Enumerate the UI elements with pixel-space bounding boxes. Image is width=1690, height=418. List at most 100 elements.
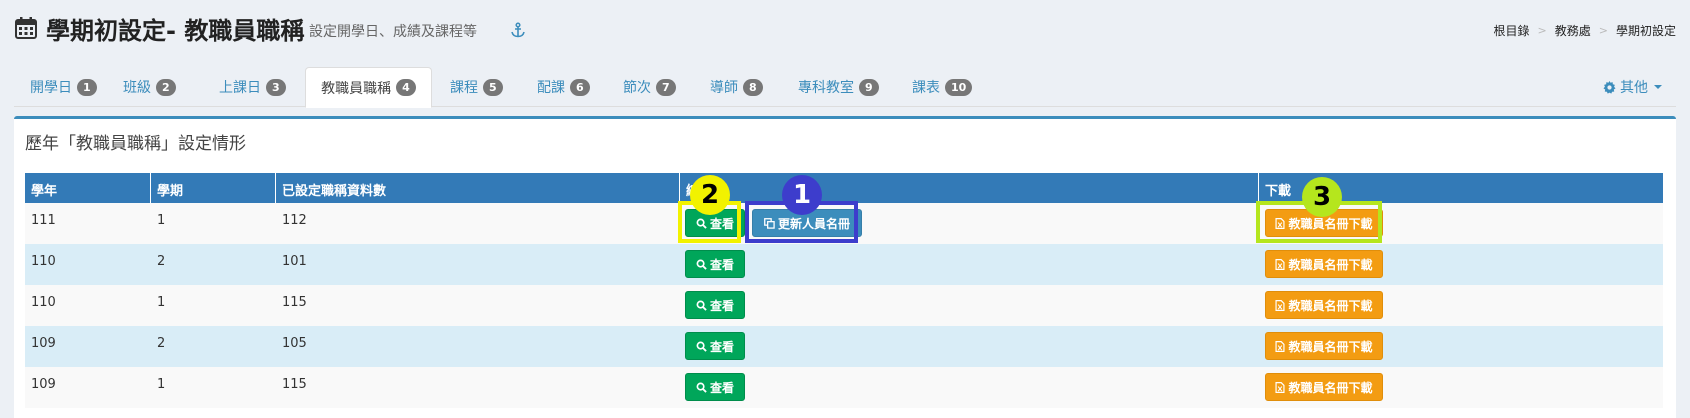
search-icon (696, 300, 707, 311)
tab-bar: 開學日 1 班級 2 上課日 3 教職員職稱 4 課程 5 配課 6 節次 7 導師 8 專科教… (14, 67, 1676, 108)
settings-box: 歷年「教職員職稱」設定情形 學年 學期 已設定職稱資料數 編 下載 111 1 … (14, 116, 1676, 418)
download-roster-button[interactable]: 教職員名冊下載 (1265, 373, 1383, 401)
annotation-marker-1: 1 (782, 175, 822, 215)
cell-download: 教職員名冊下載 (1259, 326, 1663, 367)
download-roster-label: 教職員名冊下載 (1288, 257, 1373, 272)
view-button[interactable]: 查看 (685, 291, 745, 319)
more-menu-dropdown[interactable]: 其他 (1603, 67, 1662, 107)
tab-badge: 3 (266, 78, 286, 96)
table-row: 109 2 105 查看 教職員名冊下載 (25, 326, 1663, 367)
breadcrumb-separator: > (1598, 24, 1608, 37)
download-roster-label: 教職員名冊下載 (1288, 380, 1373, 395)
table-row: 110 1 115 查看 教職員名冊下載 (25, 285, 1663, 326)
tab-label: 節次 (623, 80, 651, 96)
tab-label: 專科教室 (798, 80, 854, 96)
download-roster-button[interactable]: 教職員名冊下載 (1265, 291, 1383, 319)
cell-download: 教職員名冊下載 (1259, 367, 1663, 408)
cell-count: 112 (282, 213, 307, 228)
tab-badge: 2 (156, 78, 176, 96)
tab-courses[interactable]: 課程 5 (450, 67, 503, 107)
settings-table: 學年 學期 已設定職稱資料數 編 下載 111 1 112 查看 更新人員名冊 (25, 173, 1663, 408)
tab-label: 課表 (912, 80, 940, 96)
view-button[interactable]: 查看 (685, 373, 745, 401)
breadcrumb-item-current: 學期初設定 (1615, 24, 1676, 38)
update-roster-label: 更新人員名冊 (777, 216, 850, 231)
anchor-icon[interactable] (510, 22, 526, 38)
header-record-count: 已設定職稱資料數 (276, 173, 680, 203)
view-button[interactable]: 查看 (685, 250, 745, 278)
breadcrumb-item-root[interactable]: 根目錄 (1494, 22, 1530, 39)
view-button-label: 查看 (709, 380, 734, 395)
page-subtitle: 設定開學日、成績及課程等 (309, 24, 477, 40)
view-button-label: 查看 (709, 257, 734, 272)
search-icon (696, 382, 707, 393)
tab-tutors[interactable]: 導師 8 (710, 67, 763, 107)
cell-download: 教職員名冊下載 (1259, 285, 1663, 326)
tab-staff-titles[interactable]: 教職員職稱 4 (305, 67, 432, 108)
tab-start-date[interactable]: 開學日 1 (30, 67, 97, 107)
tab-badge: 1 (77, 78, 97, 96)
file-excel-icon (1275, 217, 1286, 229)
breadcrumb-item-academic[interactable]: 教務處 (1555, 22, 1591, 39)
cell-semester: 2 (157, 336, 166, 351)
table-header: 學年 學期 已設定職稱資料數 編 下載 (25, 173, 1663, 203)
breadcrumb: 根目錄 > 教務處 > 學期初設定 (1494, 22, 1676, 39)
tab-timetable[interactable]: 課表 10 (912, 67, 973, 107)
cell-count: 115 (282, 377, 307, 392)
annotation-marker-3: 3 (1302, 177, 1342, 217)
download-roster-button[interactable]: 教職員名冊下載 (1265, 250, 1383, 278)
view-button-label: 查看 (709, 298, 734, 313)
tab-class[interactable]: 班級 2 (123, 67, 176, 107)
cell-year: 110 (31, 295, 56, 310)
cell-semester: 1 (157, 213, 166, 228)
cell-download: 教職員名冊下載 (1259, 244, 1663, 285)
tab-periods[interactable]: 節次 7 (623, 67, 676, 107)
tab-course-assignment[interactable]: 配課 6 (537, 67, 590, 107)
cell-year: 109 (31, 336, 56, 351)
file-excel-icon (1275, 340, 1286, 352)
tab-label: 課程 (450, 80, 478, 96)
tab-label: 導師 (710, 80, 738, 96)
chevron-down-icon (1654, 85, 1662, 89)
tab-badge: 7 (656, 78, 676, 96)
more-menu-label: 其他 (1620, 80, 1648, 96)
view-button-label: 查看 (709, 339, 734, 354)
tab-school-days[interactable]: 上課日 3 (219, 67, 286, 107)
cell-actions: 查看 (680, 326, 1259, 367)
cell-count: 105 (282, 336, 307, 351)
search-icon (696, 259, 707, 270)
cell-count: 101 (282, 254, 307, 269)
file-excel-icon (1275, 299, 1286, 311)
cell-year: 111 (31, 213, 56, 228)
file-excel-icon (1275, 258, 1286, 270)
cell-actions: 查看 更新人員名冊 (680, 203, 1259, 244)
tab-badge: 8 (743, 78, 763, 96)
tab-label: 班級 (123, 80, 151, 96)
header-year: 學年 (25, 173, 151, 203)
cell-actions: 查看 (680, 244, 1259, 285)
header-edit: 編 (680, 173, 1259, 203)
view-button[interactable]: 查看 (685, 332, 745, 360)
tab-label: 教職員職稱 (321, 80, 392, 97)
download-roster-button[interactable]: 教職員名冊下載 (1265, 332, 1383, 360)
cell-semester: 2 (157, 254, 166, 269)
view-button-label: 查看 (709, 216, 734, 231)
cell-year: 110 (31, 254, 56, 269)
cell-semester: 1 (157, 295, 166, 310)
cell-actions: 查看 (680, 367, 1259, 408)
download-roster-label: 教職員名冊下載 (1288, 339, 1373, 354)
breadcrumb-separator: > (1537, 24, 1547, 37)
tab-special-classrooms[interactable]: 專科教室 9 (798, 67, 879, 107)
cell-semester: 1 (157, 377, 166, 392)
page-header: 學期初設定- 教職員職稱 設定開學日、成績及課程等 根目錄 > 教務處 > 學期… (0, 0, 1690, 62)
calendar-icon (15, 17, 37, 39)
search-icon (696, 218, 707, 229)
tab-label: 上課日 (219, 80, 261, 96)
download-roster-label: 教職員名冊下載 (1288, 298, 1373, 313)
gear-icon (1603, 80, 1616, 94)
tab-badge: 10 (945, 78, 973, 96)
file-excel-icon (1275, 381, 1286, 393)
download-roster-label: 教職員名冊下載 (1288, 216, 1373, 231)
header-semester: 學期 (151, 173, 276, 203)
table-row: 111 1 112 查看 更新人員名冊 教職員名冊下載 (25, 203, 1663, 244)
